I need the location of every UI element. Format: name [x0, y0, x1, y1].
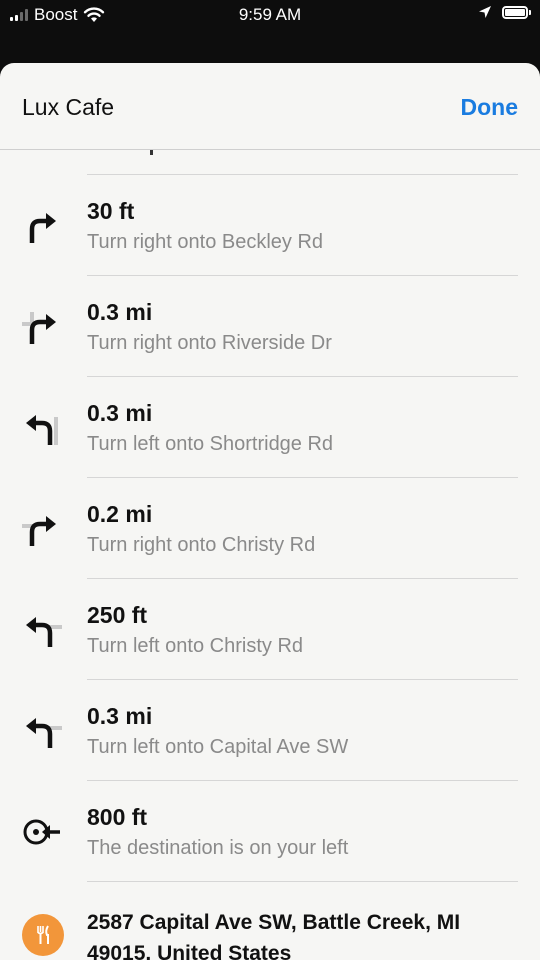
- battery-icon: [502, 5, 531, 19]
- partial-text-fragment: [150, 150, 153, 155]
- done-button[interactable]: Done: [461, 94, 519, 121]
- sheet-header: Lux Cafe Done: [0, 63, 540, 150]
- direction-step[interactable]: 0.3 mi Turn left onto Shortridge Rd: [0, 377, 540, 478]
- step-instruction: Turn left onto Christy Rd: [87, 635, 304, 657]
- direction-step[interactable]: 800 ft The destination is on your left: [0, 781, 540, 882]
- directions-list[interactable]: 30 ft Turn right onto Beckley Rd 0.3 mi …: [0, 150, 540, 960]
- step-distance: 800 ft: [87, 804, 148, 830]
- direction-step[interactable]: 0.3 mi Turn left onto Capital Ave SW: [0, 680, 540, 781]
- turn-right-icon: [22, 516, 56, 546]
- step-instruction: Turn left onto Capital Ave SW: [87, 736, 349, 758]
- step-distance: 0.3 mi: [87, 703, 153, 729]
- directions-sheet: Lux Cafe Done 30 ft Turn right onto Beck…: [0, 63, 540, 960]
- location-arrow-icon: [479, 6, 491, 18]
- direction-step[interactable]: 30 ft Turn right onto Beckley Rd: [0, 175, 540, 276]
- step-instruction: Turn right onto Christy Rd: [87, 534, 316, 556]
- destination-row[interactable]: 2587 Capital Ave SW, Battle Creek, MI 49…: [0, 882, 540, 960]
- status-bar-time: 9:59 AM: [238, 5, 302, 24]
- step-distance: 250 ft: [87, 602, 148, 628]
- list-item-partial: [0, 150, 540, 175]
- destination-address: 2587 Capital Ave SW, Battle Creek, MI 49…: [87, 911, 461, 960]
- step-instruction: The destination is on your left: [87, 837, 349, 859]
- arrive-left-icon: [23, 819, 60, 845]
- step-distance: 30 ft: [87, 198, 135, 224]
- step-instruction: Turn left onto Shortridge Rd: [87, 433, 334, 455]
- turn-left-icon: [26, 415, 58, 445]
- page-title: Lux Cafe: [22, 94, 115, 120]
- turn-right-icon: [29, 213, 56, 243]
- turn-left-icon: [26, 617, 62, 647]
- direction-step[interactable]: 0.3 mi Turn right onto Riverside Dr: [0, 276, 540, 377]
- status-bar: Boost 9:59 AM: [0, 0, 540, 32]
- turn-left-icon: [26, 718, 62, 748]
- step-distance: 0.3 mi: [87, 400, 153, 426]
- step-instruction: Turn right onto Beckley Rd: [87, 231, 324, 253]
- turn-right-icon: [22, 312, 56, 344]
- restaurant-icon: [22, 914, 64, 956]
- direction-step[interactable]: 250 ft Turn left onto Christy Rd: [0, 579, 540, 680]
- status-bar-right: [478, 5, 531, 19]
- step-distance: 0.3 mi: [87, 299, 153, 325]
- step-instruction: Turn right onto Riverside Dr: [87, 332, 332, 354]
- step-distance: 0.2 mi: [87, 501, 153, 527]
- direction-step[interactable]: 0.2 mi Turn right onto Christy Rd: [0, 478, 540, 579]
